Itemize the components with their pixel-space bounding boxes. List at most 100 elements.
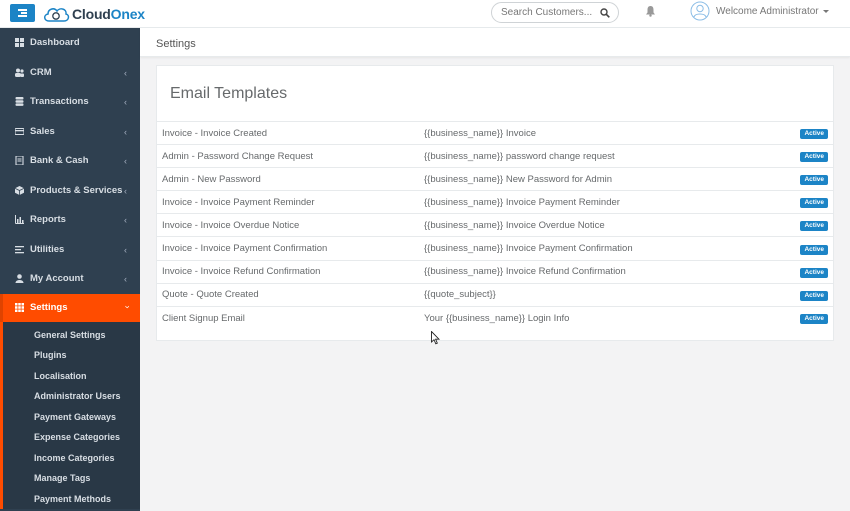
submenu-item-general-settings[interactable]: General Settings: [3, 325, 140, 346]
email-templates-table: Invoice - Invoice Created {{business_nam…: [157, 121, 833, 329]
table-row[interactable]: Invoice - Invoice Payment Reminder {{bus…: [157, 190, 833, 214]
table-row[interactable]: Invoice - Invoice Created {{business_nam…: [157, 121, 833, 145]
sidebar-item-label: Products & Services: [30, 184, 123, 196]
user-menu[interactable]: Welcome Administrator: [690, 1, 829, 21]
chevron-left-icon: ‹: [124, 97, 127, 107]
submenu-item-income-categories[interactable]: Income Categories: [3, 448, 140, 469]
sidebar-item-label: Sales: [30, 125, 55, 137]
submenu-item-manage-tags[interactable]: Manage Tags: [3, 468, 140, 489]
status-badge: Active: [800, 175, 828, 186]
chevron-down-icon: ‹: [121, 305, 132, 308]
status-badge: Active: [800, 221, 828, 232]
status-badge: Active: [800, 152, 828, 163]
status-badge: Active: [800, 267, 828, 278]
submenu-item-administrator-users[interactable]: Administrator Users: [3, 386, 140, 407]
users-icon: [15, 68, 24, 77]
sidebar-item-label: Dashboard: [30, 37, 80, 49]
book-icon: [15, 156, 24, 166]
sidebar-item-products-services[interactable]: Products & Services ‹: [0, 176, 140, 206]
table-row[interactable]: Admin - New Password {{business_name}} N…: [157, 167, 833, 191]
template-subject: {{business_name}} password change reques…: [424, 150, 615, 162]
chevron-left-icon: ‹: [124, 215, 127, 225]
status-badge: Active: [800, 198, 828, 209]
template-name[interactable]: Invoice - Invoice Payment Confirmation: [157, 237, 424, 260]
page-title: Settings: [156, 38, 196, 50]
chevron-left-icon: ‹: [124, 126, 127, 137]
sidebar-item-label: Settings: [30, 302, 68, 313]
mouse-cursor-icon: [431, 331, 440, 345]
page-header: Settings: [140, 28, 850, 57]
sidebar-item-transactions[interactable]: Transactions ‹: [0, 87, 140, 117]
logo-text: CloudOnex: [72, 6, 145, 22]
list-icon: [15, 245, 24, 254]
submenu-item-plugins[interactable]: Plugins: [3, 345, 140, 366]
sidebar-item-sales[interactable]: Sales ‹: [0, 117, 140, 147]
avatar-icon: [690, 1, 710, 21]
sidebar: Dashboard CRM ‹ Transactions ‹ Sales ‹ B…: [0, 28, 140, 511]
template-name[interactable]: Admin - Password Change Request: [157, 145, 424, 168]
sidebar-item-label: My Account: [30, 273, 84, 285]
bar-chart-icon: [15, 215, 24, 225]
sidebar-item-settings[interactable]: Settings ‹: [0, 293, 140, 322]
table-row[interactable]: Invoice - Invoice Refund Confirmation {{…: [157, 260, 833, 283]
sidebar-item-crm[interactable]: CRM ‹: [0, 58, 140, 88]
search-icon[interactable]: [600, 8, 610, 18]
chevron-left-icon: ‹: [124, 67, 127, 78]
submenu-item-payment-gateways[interactable]: Payment Gateways: [3, 407, 140, 428]
chevron-left-icon: ‹: [124, 185, 127, 196]
template-subject: {{business_name}} Invoice Overdue Notice: [424, 219, 605, 231]
template-subject: {{business_name}} New Password for Admin: [424, 173, 612, 185]
table-row[interactable]: Invoice - Invoice Overdue Notice {{busin…: [157, 213, 833, 237]
panel-title: Email Templates: [170, 85, 288, 102]
template-subject: {{business_name}} Invoice Payment Remind…: [424, 196, 620, 208]
credit-card-icon: [15, 127, 24, 135]
bell-icon[interactable]: [645, 5, 656, 17]
table-row[interactable]: Admin - Password Change Request {{busine…: [157, 144, 833, 168]
search-box[interactable]: [491, 2, 619, 23]
email-templates-panel: Email Templates Invoice - Invoice Create…: [156, 65, 834, 341]
template-name[interactable]: Invoice - Invoice Refund Confirmation: [157, 260, 424, 283]
template-subject: {{quote_subject}}: [424, 289, 496, 301]
sidebar-item-reports[interactable]: Reports ‹: [0, 205, 140, 235]
submenu-item-payment-methods[interactable]: Payment Methods: [3, 489, 140, 510]
table-row[interactable]: Quote - Quote Created {{quote_subject}} …: [157, 283, 833, 306]
user-icon: [15, 274, 24, 284]
database-icon: [15, 97, 24, 107]
chevron-left-icon: ‹: [124, 156, 127, 166]
search-input[interactable]: [501, 7, 593, 18]
menu-toggle-button[interactable]: [10, 4, 35, 22]
template-name[interactable]: Quote - Quote Created: [157, 283, 424, 306]
hamburger-icon: [18, 9, 27, 17]
settings-submenu: General Settings Plugins Localisation Ad…: [0, 321, 140, 510]
sidebar-item-label: CRM: [30, 66, 52, 78]
table-row[interactable]: Client Signup Email Your {{business_name…: [157, 306, 833, 329]
submenu-item-localisation[interactable]: Localisation: [3, 366, 140, 387]
sidebar-item-label: Utilities: [30, 243, 65, 255]
sidebar-item-label: Transactions: [30, 96, 89, 108]
template-name[interactable]: Admin - New Password: [157, 168, 424, 191]
template-subject: Your {{business_name}} Login Info: [424, 312, 570, 324]
cube-icon: [15, 185, 24, 195]
logo[interactable]: CloudOnex: [42, 3, 145, 25]
status-badge: Active: [800, 290, 828, 301]
sidebar-item-dashboard[interactable]: Dashboard: [0, 28, 140, 58]
sidebar-item-my-account[interactable]: My Account ‹: [0, 264, 140, 294]
chevron-down-icon: [822, 9, 829, 13]
template-name[interactable]: Client Signup Email: [157, 306, 424, 329]
template-name[interactable]: Invoice - Invoice Payment Reminder: [157, 191, 424, 214]
sidebar-item-label: Bank & Cash: [30, 155, 89, 167]
sidebar-item-utilities[interactable]: Utilities ‹: [0, 235, 140, 265]
sidebar-item-label: Reports: [30, 214, 66, 226]
template-subject: {{business_name}} Invoice Payment Confir…: [424, 243, 633, 255]
submenu-item-expense-categories[interactable]: Expense Categories: [3, 427, 140, 448]
top-bar: CloudOnex Welcome Administrator: [0, 0, 850, 28]
table-row[interactable]: Invoice - Invoice Payment Confirmation {…: [157, 236, 833, 260]
status-badge: Active: [800, 244, 828, 255]
status-badge: Active: [800, 129, 828, 140]
template-name[interactable]: Invoice - Invoice Created: [157, 122, 424, 145]
chevron-left-icon: ‹: [124, 274, 127, 284]
dashboard-icon: [15, 38, 24, 48]
settings-icon: [15, 303, 24, 312]
sidebar-item-bank-cash[interactable]: Bank & Cash ‹: [0, 146, 140, 176]
template-name[interactable]: Invoice - Invoice Overdue Notice: [157, 214, 424, 237]
